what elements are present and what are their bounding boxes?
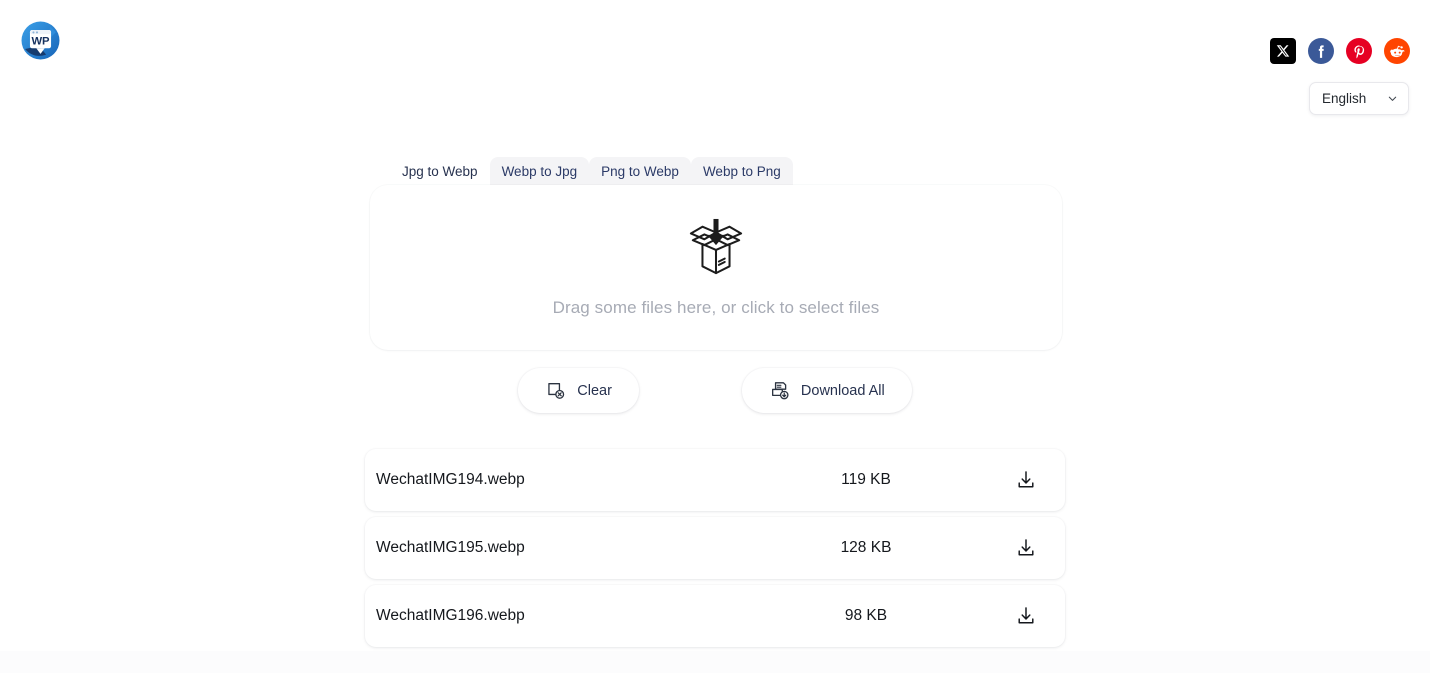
download-icon[interactable] [1015,537,1037,559]
file-remove-icon [548,383,565,399]
table-row: WechatIMG195.webp 128 KB [365,517,1065,579]
facebook-icon [1318,44,1324,58]
file-size: 98 KB [844,607,888,624]
clear-button[interactable]: Clear [518,368,639,413]
chevron-down-icon [1388,96,1397,101]
converted-file-list: WechatIMG194.webp 119 KB WechatIMG195.we… [365,449,1065,653]
page-bottom-divider [0,651,1430,673]
file-dropzone[interactable]: Drag some files here, or click to select… [370,185,1062,350]
tab-webp-to-jpg[interactable]: Webp to Jpg [489,157,590,187]
page-header: WP English [0,0,1430,130]
tab-webp-to-png[interactable]: Webp to Png [690,157,793,187]
social-link-x[interactable] [1270,38,1296,64]
download-icon[interactable] [1015,605,1037,627]
social-link-reddit[interactable] [1384,38,1410,64]
x-twitter-icon [1276,45,1290,57]
download-all-button-label: Download All [800,382,885,399]
file-name: WechatIMG195.webp [376,539,525,556]
table-row: WechatIMG194.webp 119 KB [365,449,1065,511]
open-box-download-icon [689,218,743,274]
tab-jpg-to-webp[interactable]: Jpg to Webp [390,157,490,187]
file-size: 128 KB [840,539,892,556]
social-link-pinterest[interactable] [1346,38,1372,64]
wp-logo-icon: WP [21,21,60,60]
svg-text:WP: WP [31,36,50,48]
language-selector[interactable]: English [1309,82,1409,115]
download-icon[interactable] [1015,469,1037,491]
converter-tabs: Jpg to Webp Webp to Jpg Png to Webp Webp… [390,157,793,187]
file-name: WechatIMG194.webp [376,471,525,488]
reddit-icon [1389,45,1405,57]
dropzone-instruction: Drag some files here, or click to select… [552,297,880,317]
site-logo[interactable]: WP [18,18,63,63]
social-link-facebook[interactable] [1308,38,1334,64]
download-all-button[interactable]: Download All [741,368,912,413]
tab-png-to-webp[interactable]: Png to Webp [589,157,691,187]
action-buttons: Clear Download All [0,368,1430,413]
files-download-icon [771,382,789,400]
pinterest-icon [1353,44,1364,58]
language-selector-value: English [1322,91,1367,106]
table-row: WechatIMG196.webp 98 KB [365,585,1065,647]
file-size: 119 KB [841,471,891,488]
social-links [1270,38,1410,64]
file-name: WechatIMG196.webp [376,607,525,624]
clear-button-label: Clear [577,382,612,399]
